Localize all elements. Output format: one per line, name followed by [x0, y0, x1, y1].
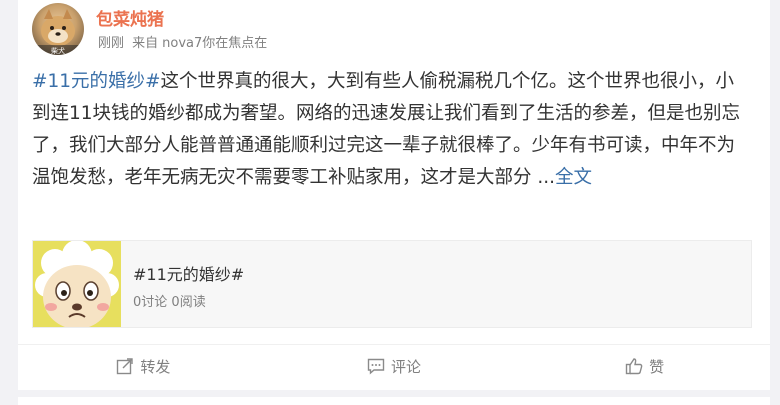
post-source[interactable]: nova7你在焦点在 — [162, 36, 267, 51]
weibo-post-card: 柴犬 包菜炖猪 刚刚 来自 nova7你在焦点在 #11元的婚纱#这个世界真的很大… — [18, 0, 770, 390]
next-card-edge — [18, 397, 770, 405]
topic-thumbnail — [33, 241, 121, 327]
comment-icon — [367, 358, 385, 375]
shiba-dog-avatar-icon: 柴犬 — [32, 9, 84, 55]
post-meta: 刚刚 来自 nova7你在焦点在 — [98, 32, 271, 51]
thumbs-up-icon — [625, 358, 643, 375]
repost-icon — [117, 358, 134, 375]
comment-button[interactable]: 评论 — [269, 345, 520, 387]
topic-card-stats: 0讨论 0阅读 — [133, 291, 206, 310]
topic-tag-link[interactable]: #11元的婚纱# — [32, 71, 161, 92]
repost-label: 转发 — [140, 357, 171, 376]
topic-discussions: 0讨论 — [133, 295, 168, 310]
source-prefix: 来自 — [132, 36, 159, 51]
post-content: #11元的婚纱#这个世界真的很大，大到有些人偷税漏税几个亿。这个世界也很小，小到… — [32, 66, 752, 194]
like-button[interactable]: 赞 — [519, 345, 770, 387]
topic-card-title[interactable]: #11元的婚纱# — [133, 261, 244, 285]
comment-label: 评论 — [391, 357, 422, 376]
username[interactable]: 包菜炖猪 — [96, 5, 164, 30]
post-time[interactable]: 刚刚 — [98, 36, 124, 51]
topic-card[interactable]: #11元的婚纱# 0讨论 0阅读 — [32, 240, 752, 328]
avatar[interactable]: 柴犬 — [32, 3, 84, 55]
full-text-link[interactable]: 全文 — [555, 167, 592, 188]
like-label: 赞 — [649, 357, 665, 376]
repost-button[interactable]: 转发 — [18, 345, 269, 387]
action-bar: 转发 评论 赞 — [18, 345, 770, 387]
topic-reads: 0阅读 — [171, 295, 206, 310]
sheep-cartoon-icon — [33, 241, 121, 327]
avatar-watermark: 柴犬 — [51, 46, 65, 55]
